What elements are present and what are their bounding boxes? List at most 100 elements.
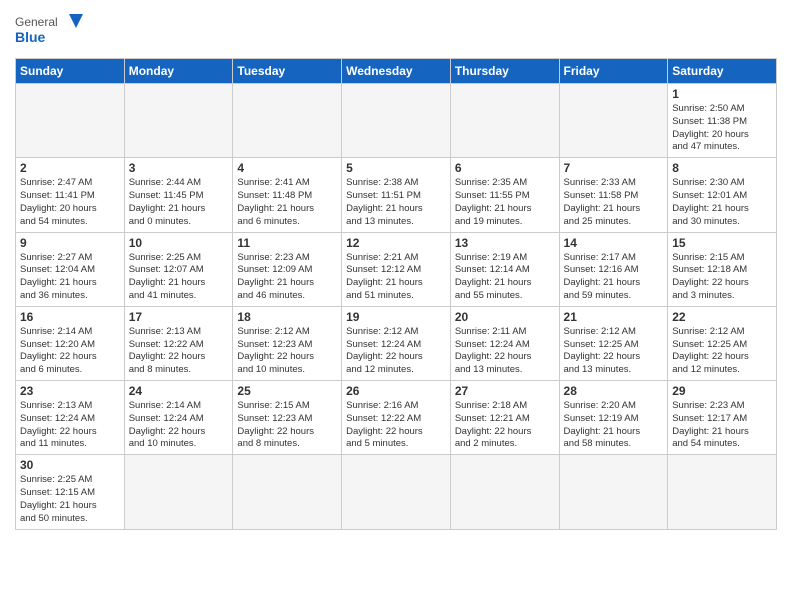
day-info: Sunrise: 2:25 AM Sunset: 12:07 AM Daylig… — [129, 252, 229, 303]
column-header-thursday: Thursday — [450, 59, 559, 84]
calendar-cell: 3 Sunrise: 2:44 AM Sunset: 11:45 PM Dayli… — [124, 158, 233, 232]
calendar-cell: 18Sunrise: 2:12 AM Sunset: 12:23 AM Dayl… — [233, 306, 342, 380]
day-info: Sunrise: 2:17 AM Sunset: 12:16 AM Daylig… — [564, 252, 664, 303]
calendar-cell: 13 Sunrise: 2:19 AM Sunset: 12:14 AM Dayl… — [450, 232, 559, 306]
day-number: 11 — [237, 236, 337, 250]
day-info: Sunrise: 2:12 AM Sunset: 12:25 AM Daylig… — [564, 326, 664, 377]
day-info: Sunrise: 2:13 AM Sunset: 12:24 AM Daylig… — [20, 400, 120, 451]
day-number: 30 — [20, 458, 120, 472]
calendar-cell: 15 Sunrise: 2:15 AM Sunset: 12:18 AM Dayl… — [668, 232, 777, 306]
calendar-cell: 5 Sunrise: 2:38 AM Sunset: 11:51 PM Dayli… — [342, 158, 451, 232]
day-info: Sunrise: 2:30 AM Sunset: 12:01 AM Daylig… — [672, 177, 772, 228]
generalblue-logo: General Blue — [15, 10, 85, 52]
day-number: 8 — [672, 161, 772, 175]
day-info: Sunrise: 2:44 AM Sunset: 11:45 PM Daylig… — [129, 177, 229, 228]
day-info: Sunrise: 2:14 AM Sunset: 12:20 AM Daylig… — [20, 326, 120, 377]
calendar-cell — [342, 84, 451, 158]
day-number: 28 — [564, 384, 664, 398]
calendar-cell — [233, 455, 342, 529]
column-header-saturday: Saturday — [668, 59, 777, 84]
day-info: Sunrise: 2:15 AM Sunset: 12:23 AM Daylig… — [237, 400, 337, 451]
calendar-cell: 17 Sunrise: 2:13 AM Sunset: 12:22 AM Dayl… — [124, 306, 233, 380]
calendar-cell: 8 Sunrise: 2:30 AM Sunset: 12:01 AM Dayli… — [668, 158, 777, 232]
calendar-cell — [450, 455, 559, 529]
day-number: 29 — [672, 384, 772, 398]
day-info: Sunrise: 2:16 AM Sunset: 12:22 AM Daylig… — [346, 400, 446, 451]
calendar-week-row: 30 Sunrise: 2:25 AM Sunset: 12:15 AM Dayl… — [16, 455, 777, 529]
day-number: 5 — [346, 161, 446, 175]
day-number: 24 — [129, 384, 229, 398]
day-number: 13 — [455, 236, 555, 250]
calendar-cell: 12 Sunrise: 2:21 AM Sunset: 12:12 AM Dayl… — [342, 232, 451, 306]
day-info: Sunrise: 2:33 AM Sunset: 11:58 PM Daylig… — [564, 177, 664, 228]
calendar-table: SundayMondayTuesdayWednesdayThursdayFrid… — [15, 58, 777, 530]
day-info: Sunrise: 2:38 AM Sunset: 11:51 PM Daylig… — [346, 177, 446, 228]
calendar-cell: 26 Sunrise: 2:16 AM Sunset: 12:22 AM Dayl… — [342, 381, 451, 455]
calendar-week-row: 23 Sunrise: 2:13 AM Sunset: 12:24 AM Dayl… — [16, 381, 777, 455]
calendar-cell: 24 Sunrise: 2:14 AM Sunset: 12:24 AM Dayl… — [124, 381, 233, 455]
calendar-cell: 4 Sunrise: 2:41 AM Sunset: 11:48 PM Dayli… — [233, 158, 342, 232]
day-info: Sunrise: 2:50 AM Sunset: 11:38 PM Daylig… — [672, 103, 772, 154]
day-info: Sunrise: 2:14 AM Sunset: 12:24 AM Daylig… — [129, 400, 229, 451]
page-header: General Blue — [15, 10, 777, 52]
svg-text:General: General — [15, 15, 58, 29]
calendar-cell: 22Sunrise: 2:12 AM Sunset: 12:25 AM Dayl… — [668, 306, 777, 380]
day-number: 7 — [564, 161, 664, 175]
day-info: Sunrise: 2:15 AM Sunset: 12:18 AM Daylig… — [672, 252, 772, 303]
day-number: 3 — [129, 161, 229, 175]
calendar-cell: 16 Sunrise: 2:14 AM Sunset: 12:20 AM Dayl… — [16, 306, 125, 380]
day-number: 12 — [346, 236, 446, 250]
day-info: Sunrise: 2:12 AM Sunset: 12:23 AM Daylig… — [237, 326, 337, 377]
day-number: 4 — [237, 161, 337, 175]
day-info: Sunrise: 2:19 AM Sunset: 12:14 AM Daylig… — [455, 252, 555, 303]
calendar-cell: 30 Sunrise: 2:25 AM Sunset: 12:15 AM Dayl… — [16, 455, 125, 529]
day-info: Sunrise: 2:13 AM Sunset: 12:22 AM Daylig… — [129, 326, 229, 377]
calendar-cell: 29Sunrise: 2:23 AM Sunset: 12:17 AM Dayl… — [668, 381, 777, 455]
calendar-cell — [16, 84, 125, 158]
column-header-sunday: Sunday — [16, 59, 125, 84]
day-number: 16 — [20, 310, 120, 324]
calendar-cell: 9 Sunrise: 2:27 AM Sunset: 12:04 AM Dayli… — [16, 232, 125, 306]
day-number: 26 — [346, 384, 446, 398]
day-number: 21 — [564, 310, 664, 324]
day-info: Sunrise: 2:25 AM Sunset: 12:15 AM Daylig… — [20, 474, 120, 525]
day-number: 9 — [20, 236, 120, 250]
day-number: 20 — [455, 310, 555, 324]
day-info: Sunrise: 2:35 AM Sunset: 11:55 PM Daylig… — [455, 177, 555, 228]
column-header-friday: Friday — [559, 59, 668, 84]
calendar-cell: 11 Sunrise: 2:23 AM Sunset: 12:09 AM Dayl… — [233, 232, 342, 306]
column-header-tuesday: Tuesday — [233, 59, 342, 84]
calendar-cell: 6Sunrise: 2:35 AM Sunset: 11:55 PM Dayli… — [450, 158, 559, 232]
calendar-week-row: 9 Sunrise: 2:27 AM Sunset: 12:04 AM Dayli… — [16, 232, 777, 306]
day-info: Sunrise: 2:20 AM Sunset: 12:19 AM Daylig… — [564, 400, 664, 451]
calendar-cell — [450, 84, 559, 158]
logo: General Blue — [15, 10, 85, 52]
day-info: Sunrise: 2:41 AM Sunset: 11:48 PM Daylig… — [237, 177, 337, 228]
day-number: 10 — [129, 236, 229, 250]
calendar-cell: 21 Sunrise: 2:12 AM Sunset: 12:25 AM Dayl… — [559, 306, 668, 380]
calendar-week-row: 16 Sunrise: 2:14 AM Sunset: 12:20 AM Dayl… — [16, 306, 777, 380]
calendar-cell: 23 Sunrise: 2:13 AM Sunset: 12:24 AM Dayl… — [16, 381, 125, 455]
svg-text:Blue: Blue — [15, 29, 46, 45]
column-header-wednesday: Wednesday — [342, 59, 451, 84]
day-number: 1 — [672, 87, 772, 101]
day-number: 27 — [455, 384, 555, 398]
day-number: 17 — [129, 310, 229, 324]
day-number: 23 — [20, 384, 120, 398]
calendar-cell — [124, 84, 233, 158]
calendar-cell — [124, 455, 233, 529]
day-info: Sunrise: 2:23 AM Sunset: 12:09 AM Daylig… — [237, 252, 337, 303]
day-info: Sunrise: 2:21 AM Sunset: 12:12 AM Daylig… — [346, 252, 446, 303]
calendar-cell: 19Sunrise: 2:12 AM Sunset: 12:24 AM Dayl… — [342, 306, 451, 380]
day-info: Sunrise: 2:11 AM Sunset: 12:24 AM Daylig… — [455, 326, 555, 377]
day-info: Sunrise: 2:18 AM Sunset: 12:21 AM Daylig… — [455, 400, 555, 451]
calendar-header-row: SundayMondayTuesdayWednesdayThursdayFrid… — [16, 59, 777, 84]
day-number: 2 — [20, 161, 120, 175]
calendar-cell: 28 Sunrise: 2:20 AM Sunset: 12:19 AM Dayl… — [559, 381, 668, 455]
calendar-cell: 25Sunrise: 2:15 AM Sunset: 12:23 AM Dayl… — [233, 381, 342, 455]
day-info: Sunrise: 2:27 AM Sunset: 12:04 AM Daylig… — [20, 252, 120, 303]
day-info: Sunrise: 2:47 AM Sunset: 11:41 PM Daylig… — [20, 177, 120, 228]
calendar-cell: 7 Sunrise: 2:33 AM Sunset: 11:58 PM Dayli… — [559, 158, 668, 232]
day-number: 15 — [672, 236, 772, 250]
calendar-week-row: 2 Sunrise: 2:47 AM Sunset: 11:41 PM Dayli… — [16, 158, 777, 232]
